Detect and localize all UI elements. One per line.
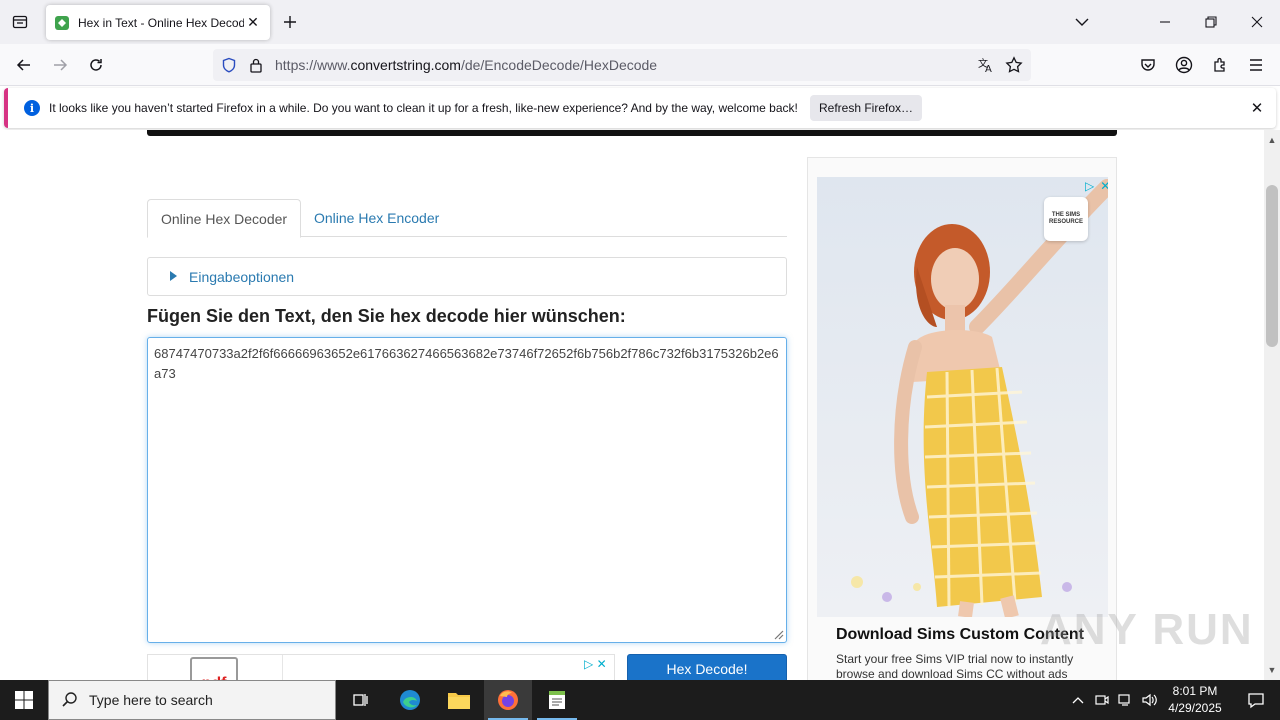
edge-browser-icon[interactable]: [386, 680, 434, 720]
restore-window-icon[interactable]: [1188, 0, 1234, 44]
url-text[interactable]: https://www.convertstring.com/de/EncodeD…: [275, 57, 657, 73]
url-path: /de/EncodeDecode/HexDecode: [460, 57, 658, 73]
page-scrollbar[interactable]: ▲ ▼: [1264, 130, 1280, 680]
translate-icon[interactable]: 文A: [977, 56, 995, 74]
url-prefix: https://www.: [275, 57, 351, 73]
info-icon: i: [24, 100, 40, 116]
ad-model-illustration: [851, 179, 1108, 617]
input-heading: Fügen Sie den Text, den Sie hex decode h…: [147, 306, 626, 326]
back-icon[interactable]: [8, 49, 40, 81]
search-icon: [62, 692, 77, 707]
url-host: convertstring.com: [350, 57, 461, 73]
sims-resource-logo: THE SIMS RESOURCE: [1044, 197, 1088, 241]
forward-icon[interactable]: [44, 49, 76, 81]
bookmark-star-icon[interactable]: [1005, 56, 1023, 74]
windows-taskbar: Type here to search 8:01 PM 4/29/2025: [0, 680, 1280, 720]
anyrun-watermark: ANY RUN: [1040, 605, 1254, 654]
scroll-down-icon[interactable]: ▼: [1264, 662, 1280, 678]
windows-start-icon[interactable]: [0, 680, 48, 720]
ad-image[interactable]: ▷ ✕ THE SIMS RESOURCE: [817, 177, 1108, 617]
tab-hex-decoder[interactable]: Online Hex Decoder: [147, 199, 302, 238]
address-bar[interactable]: https://www.convertstring.com/de/EncodeD…: [213, 49, 1031, 81]
clock-date: 4/29/2025: [1168, 701, 1222, 715]
notepad-plus-icon[interactable]: [533, 680, 581, 720]
tracking-protection-shield-icon[interactable]: [221, 57, 237, 73]
site-header-bar: [147, 130, 1117, 136]
hex-decode-button[interactable]: Hex Decode!: [627, 654, 787, 680]
taskbar-search-box[interactable]: Type here to search: [48, 680, 336, 720]
new-tab-icon[interactable]: [275, 7, 305, 37]
menu-hamburger-icon[interactable]: [1240, 49, 1272, 81]
scrollbar-thumb[interactable]: [1266, 185, 1278, 347]
svg-text:A: A: [985, 64, 992, 74]
hex-input-textarea[interactable]: [147, 337, 787, 643]
ad-close-icon[interactable]: ✕: [1100, 179, 1108, 193]
notification-center-icon[interactable]: [1232, 680, 1280, 720]
browser-tab-strip: Hex in Text - Online Hex Decod ✕: [0, 0, 1280, 44]
minimize-window-icon[interactable]: [1142, 0, 1188, 44]
adchoices-icon[interactable]: ▷ ✕: [584, 657, 607, 671]
reload-icon[interactable]: [80, 49, 112, 81]
browser-tab-active[interactable]: Hex in Text - Online Hex Decod ✕: [46, 5, 270, 40]
notification-message: It looks like you haven’t started Firefo…: [49, 101, 798, 115]
meet-now-icon[interactable]: [1090, 680, 1114, 720]
taskbar-clock[interactable]: 8:01 PM 4/29/2025: [1160, 683, 1230, 717]
search-placeholder: Type here to search: [89, 692, 213, 708]
network-icon[interactable]: [1114, 680, 1138, 720]
page-content: Online Hex Decoder Online Hex Encoder Ei…: [0, 130, 1264, 680]
converter-tabs: Online Hex Decoder Online Hex Encoder: [147, 199, 787, 238]
ad-close-icon[interactable]: ✕: [597, 657, 607, 671]
ad-divider: [282, 655, 283, 680]
adchoices-triangle-icon: ▷: [584, 657, 594, 671]
resize-grip-icon[interactable]: [772, 628, 784, 640]
adchoices-triangle-icon[interactable]: ▷: [1085, 179, 1094, 193]
sidebar-ad[interactable]: ▷ ✕ THE SIMS RESOURCE Download Sims Custo…: [807, 157, 1117, 680]
tab-close-icon[interactable]: ✕: [244, 14, 262, 32]
volume-icon[interactable]: [1138, 680, 1162, 720]
input-options-label: Eingabeoptionen: [189, 269, 295, 285]
ad-body-text: Start your free Sims VIP trial now to in…: [836, 652, 1074, 680]
show-hidden-icons-chevron-icon[interactable]: [1066, 680, 1090, 720]
expand-triangle-icon: [170, 271, 177, 281]
pdf-thumbnail-icon: pdf: [190, 657, 238, 680]
banner-ad[interactable]: pdf ▷ ✕: [147, 654, 615, 680]
clock-time: 8:01 PM: [1172, 684, 1218, 698]
task-view-icon[interactable]: [336, 680, 384, 720]
extensions-icon[interactable]: [1204, 49, 1236, 81]
firefox-refresh-notification: i It looks like you haven’t started Fire…: [4, 88, 1276, 128]
file-explorer-icon[interactable]: [435, 680, 483, 720]
close-window-icon[interactable]: [1234, 0, 1280, 44]
tab-title: Hex in Text - Online Hex Decod: [78, 15, 244, 30]
tab-hex-encoder[interactable]: Online Hex Encoder: [301, 199, 452, 237]
ad-choices[interactable]: ▷ ✕: [1085, 179, 1108, 193]
pocket-icon[interactable]: [1132, 49, 1164, 81]
system-tray: [1066, 680, 1162, 720]
close-notification-icon[interactable]: ✕: [1248, 99, 1266, 117]
firefox-view-icon[interactable]: [5, 7, 35, 37]
site-favicon-icon: [55, 15, 69, 30]
browser-navigation-bar: https://www.convertstring.com/de/EncodeD…: [0, 44, 1280, 86]
input-options-toggle[interactable]: Eingabeoptionen: [147, 257, 787, 296]
lock-icon[interactable]: [249, 57, 263, 73]
account-icon[interactable]: [1168, 49, 1200, 81]
list-all-tabs-icon[interactable]: [1067, 7, 1097, 37]
firefox-taskbar-icon[interactable]: [484, 680, 532, 720]
scroll-up-icon[interactable]: ▲: [1264, 132, 1280, 148]
refresh-firefox-button[interactable]: Refresh Firefox…: [810, 95, 922, 121]
